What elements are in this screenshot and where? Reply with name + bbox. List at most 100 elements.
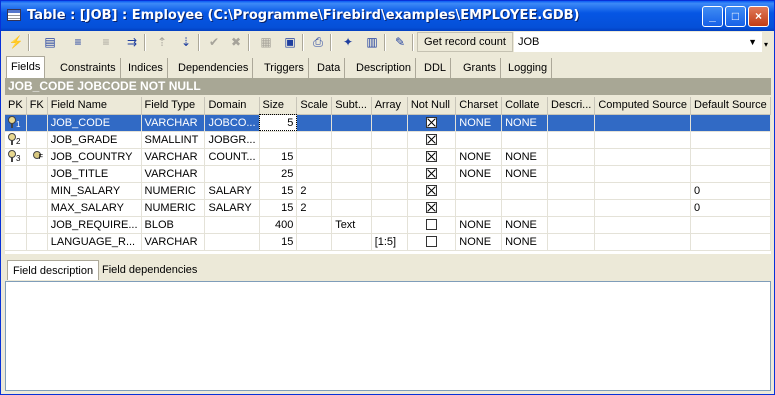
tab-data[interactable]: Data: [313, 58, 346, 78]
insert-field-icon[interactable]: ⇉: [122, 32, 142, 52]
tab-field-dependencies[interactable]: Field dependencies: [97, 260, 202, 280]
column-header[interactable]: FK: [26, 97, 48, 115]
column-header[interactable]: Size: [259, 97, 298, 115]
cell-default[interactable]: 0: [690, 182, 771, 200]
cell-default[interactable]: [690, 216, 771, 234]
cell-pk[interactable]: [5, 182, 27, 200]
cell-desc[interactable]: [547, 165, 596, 183]
cell-notnull[interactable]: [407, 131, 457, 149]
cell-notnull[interactable]: [407, 165, 457, 183]
cell-computed[interactable]: [594, 148, 692, 166]
cell-type[interactable]: NUMERIC: [141, 199, 206, 217]
cell-domain[interactable]: [204, 216, 260, 234]
close-button[interactable]: ×: [748, 6, 769, 27]
cell-fk[interactable]: [26, 216, 48, 234]
cell-default[interactable]: [690, 114, 771, 132]
cell-default[interactable]: [690, 165, 771, 183]
table-row[interactable]: JOB_REQUIRE... BLOB 400 Text NONE NONE: [5, 216, 771, 234]
checked-checkbox[interactable]: [426, 202, 438, 214]
cell-computed[interactable]: [594, 131, 692, 149]
cell-desc[interactable]: [547, 233, 596, 251]
tab-field-description[interactable]: Field description: [7, 260, 100, 280]
rollback-icon[interactable]: ✖: [226, 32, 246, 52]
cell-type[interactable]: VARCHAR: [141, 114, 206, 132]
title-bar[interactable]: Table : [JOB] : Employee (C:\Programme\F…: [1, 1, 774, 31]
table-row[interactable]: LANGUAGE_R... VARCHAR 15 [1:5] NONE NONE: [5, 233, 771, 251]
cell-name[interactable]: JOB_COUNTRY: [47, 148, 142, 166]
column-header[interactable]: Not Null: [407, 97, 457, 115]
cell-charset[interactable]: [455, 182, 503, 200]
cell-name[interactable]: JOB_REQUIRE...: [47, 216, 142, 234]
cell-pk[interactable]: 2: [5, 131, 27, 149]
cell-scale[interactable]: 2: [296, 182, 333, 200]
cell-array[interactable]: [371, 114, 408, 132]
properties-icon[interactable]: ▦: [256, 32, 276, 52]
cell-size[interactable]: 5: [259, 114, 298, 132]
cell-size[interactable]: 15: [259, 182, 298, 200]
cell-charset[interactable]: NONE: [455, 114, 503, 132]
cell-computed[interactable]: [594, 233, 692, 251]
cell-size[interactable]: 15: [259, 233, 298, 251]
cell-notnull[interactable]: [407, 216, 457, 234]
minimize-button[interactable]: _: [702, 6, 723, 27]
cell-collate[interactable]: NONE: [501, 114, 549, 132]
unchecked-checkbox[interactable]: [426, 236, 438, 248]
cell-size[interactable]: 15: [259, 148, 298, 166]
report-icon[interactable]: ▥: [362, 32, 382, 52]
get-record-count-button[interactable]: Get record count: [417, 32, 513, 52]
cell-desc[interactable]: [547, 199, 596, 217]
cell-scale[interactable]: [296, 114, 333, 132]
field-description-editor[interactable]: [5, 281, 771, 391]
tab-grants[interactable]: Grants: [459, 58, 502, 78]
cell-computed[interactable]: [594, 216, 692, 234]
cell-collate[interactable]: [501, 182, 549, 200]
cell-subtype[interactable]: [331, 199, 372, 217]
cell-size[interactable]: 25: [259, 165, 298, 183]
cell-pk[interactable]: [5, 233, 27, 251]
cell-fk[interactable]: [26, 233, 48, 251]
cell-charset[interactable]: NONE: [455, 148, 503, 166]
cell-desc[interactable]: [547, 216, 596, 234]
cell-array[interactable]: [371, 148, 408, 166]
cell-charset[interactable]: NONE: [455, 216, 503, 234]
cell-size[interactable]: 15: [259, 199, 298, 217]
cell-name[interactable]: JOB_TITLE: [47, 165, 142, 183]
table-row[interactable]: MAX_SALARY NUMERIC SALARY 15 2 0: [5, 199, 771, 217]
cell-size[interactable]: [259, 131, 298, 149]
cell-default[interactable]: [690, 233, 771, 251]
cell-charset[interactable]: NONE: [455, 165, 503, 183]
cell-pk[interactable]: 3: [5, 148, 27, 166]
toolbar-overflow-icon[interactable]: ▾: [764, 40, 768, 49]
cell-scale[interactable]: [296, 131, 333, 149]
cell-desc[interactable]: [547, 148, 596, 166]
cell-domain[interactable]: SALARY: [204, 199, 260, 217]
tab-constraints[interactable]: Constraints: [56, 58, 121, 78]
column-header[interactable]: Computed Source: [594, 97, 692, 115]
cell-scale[interactable]: [296, 165, 333, 183]
cell-type[interactable]: NUMERIC: [141, 182, 206, 200]
checked-checkbox[interactable]: [426, 151, 438, 163]
cell-scale[interactable]: [296, 216, 333, 234]
cell-computed[interactable]: [594, 199, 692, 217]
cell-array[interactable]: [371, 216, 408, 234]
cell-notnull[interactable]: [407, 199, 457, 217]
table-row[interactable]: JOB_TITLE VARCHAR 25 NONE NONE: [5, 165, 771, 183]
calendar-icon[interactable]: ▣: [280, 32, 300, 52]
checked-checkbox[interactable]: [426, 185, 438, 197]
cell-fk[interactable]: [26, 165, 48, 183]
maximize-button[interactable]: □: [725, 6, 746, 27]
tab-triggers[interactable]: Triggers: [260, 58, 309, 78]
chevron-down-icon[interactable]: ▼: [748, 33, 757, 51]
cell-computed[interactable]: [594, 182, 692, 200]
cell-computed[interactable]: [594, 114, 692, 132]
cell-charset[interactable]: [455, 131, 503, 149]
cell-notnull[interactable]: [407, 148, 457, 166]
tab-ddl[interactable]: DDL: [420, 58, 452, 78]
cell-fk[interactable]: [26, 131, 48, 149]
cell-name[interactable]: LANGUAGE_R...: [47, 233, 142, 251]
column-header[interactable]: Descri...: [547, 97, 596, 115]
move-down-icon[interactable]: ⇣: [176, 32, 196, 52]
table-row[interactable]: 1 JOB_CODE VARCHAR JOBCO... 5 NONE NONE: [5, 114, 771, 132]
cell-scale[interactable]: [296, 233, 333, 251]
cell-pk[interactable]: [5, 199, 27, 217]
